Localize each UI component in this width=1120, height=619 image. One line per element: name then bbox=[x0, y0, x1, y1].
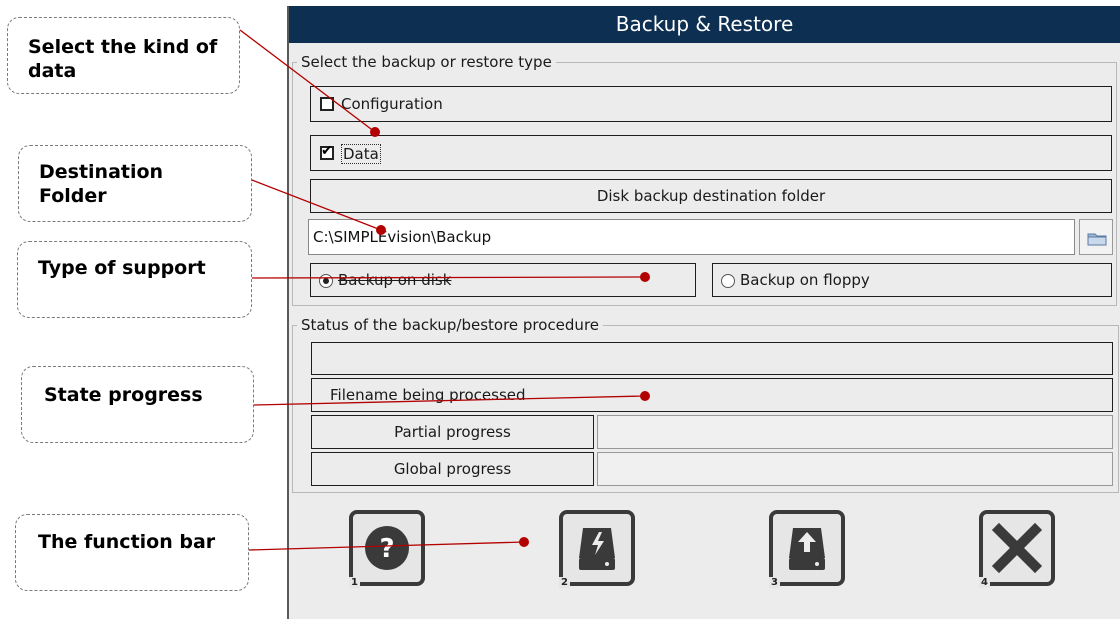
help-button[interactable]: ? 1 bbox=[349, 510, 425, 588]
data-row[interactable]: Data bbox=[310, 135, 1112, 171]
type-group: Select the backup or restore type Config… bbox=[292, 53, 1117, 306]
global-progress-bar bbox=[597, 452, 1113, 486]
configuration-label: Configuration bbox=[341, 95, 443, 113]
dot-function-bar bbox=[519, 537, 529, 547]
close-button-number: 4 bbox=[979, 577, 990, 588]
configuration-row[interactable]: Configuration bbox=[310, 86, 1112, 122]
data-label: Data bbox=[341, 144, 381, 164]
status-group: Status of the backup/bestore procedure F… bbox=[292, 316, 1119, 493]
callout-function-bar-text: The function bar bbox=[38, 531, 216, 553]
callout-type-of-support: Type of support bbox=[17, 241, 252, 318]
dest-folder-header-text: Disk backup destination folder bbox=[596, 187, 826, 205]
radio-floppy-button[interactable] bbox=[721, 274, 735, 288]
partial-progress-bar bbox=[597, 415, 1113, 449]
restore-button-number: 3 bbox=[769, 577, 780, 588]
close-button[interactable]: 4 bbox=[979, 510, 1055, 588]
svg-text:?: ? bbox=[379, 534, 394, 564]
dot-destination-folder bbox=[376, 225, 386, 235]
folder-icon bbox=[1087, 233, 1107, 246]
help-icon: ? bbox=[365, 526, 409, 570]
backup-drive-icon bbox=[579, 528, 615, 570]
dest-folder-header: Disk backup destination folder bbox=[310, 179, 1112, 213]
callout-kind-of-data: Select the kind of data bbox=[7, 17, 240, 94]
dot-kind-of-data bbox=[370, 127, 380, 137]
partial-progress-label-box: Partial progress bbox=[311, 415, 594, 449]
restore-drive-icon bbox=[789, 528, 825, 570]
type-group-legend: Select the backup or restore type bbox=[297, 53, 556, 71]
partial-progress-label: Partial progress bbox=[394, 423, 511, 441]
close-icon bbox=[991, 522, 1043, 574]
callout-function-bar: The function bar bbox=[15, 514, 249, 591]
callout-state-progress-text: State progress bbox=[44, 384, 203, 406]
radio-backup-disk[interactable]: Backup on disk bbox=[310, 263, 696, 297]
data-checkbox[interactable] bbox=[320, 143, 334, 160]
radio-disk-button[interactable] bbox=[319, 274, 333, 288]
dest-path-input[interactable]: C:\SIMPLEvision\Backup bbox=[308, 219, 1075, 255]
callout-destination-folder: Destination Folder bbox=[18, 145, 252, 222]
window-title: Backup & Restore bbox=[289, 6, 1120, 43]
backup-button-number: 2 bbox=[559, 577, 570, 588]
help-button-number: 1 bbox=[349, 577, 360, 588]
global-progress-label: Global progress bbox=[393, 460, 512, 478]
callout-type-of-support-text: Type of support bbox=[38, 257, 206, 279]
restore-button[interactable]: 3 bbox=[769, 510, 845, 588]
browse-folder-button[interactable] bbox=[1079, 219, 1113, 255]
callout-kind-of-data-text: Select the kind of data bbox=[28, 36, 218, 82]
callout-state-progress: State progress bbox=[21, 366, 254, 443]
backup-restore-window: Backup & Restore Select the backup or re… bbox=[287, 6, 1120, 619]
filename-row: Filename being processed bbox=[311, 378, 1113, 412]
callout-destination-folder-text: Destination Folder bbox=[39, 161, 164, 207]
status-text-row bbox=[311, 342, 1113, 375]
dot-state-progress bbox=[640, 391, 650, 401]
configuration-checkbox[interactable] bbox=[320, 97, 334, 111]
filename-label: Filename being processed bbox=[330, 386, 526, 404]
radio-backup-floppy[interactable]: Backup on floppy bbox=[712, 263, 1112, 297]
dest-path-value: C:\SIMPLEvision\Backup bbox=[313, 228, 492, 246]
radio-floppy-label: Backup on floppy bbox=[740, 271, 870, 289]
status-group-legend: Status of the backup/bestore procedure bbox=[297, 316, 604, 334]
dot-type-of-support bbox=[640, 272, 650, 282]
backup-button[interactable]: 2 bbox=[559, 510, 635, 588]
global-progress-label-box: Global progress bbox=[311, 452, 594, 486]
radio-disk-label: Backup on disk bbox=[338, 271, 452, 289]
